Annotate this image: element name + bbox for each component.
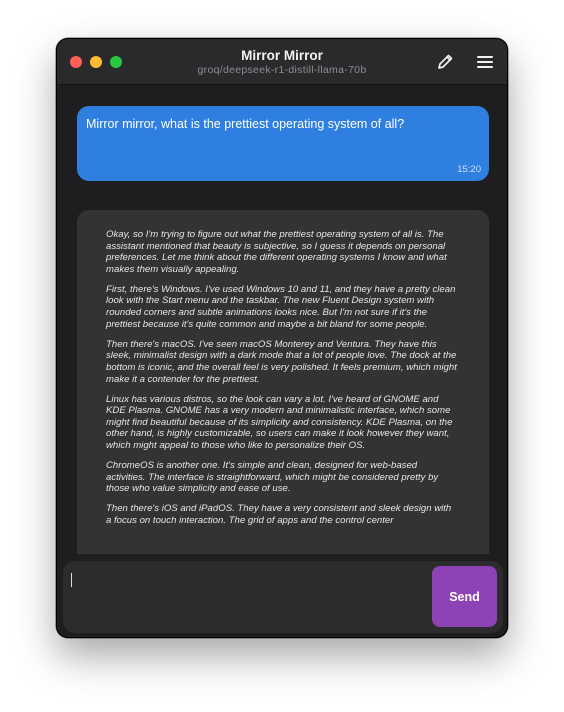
title-bar: Mirror Mirror groq/deepseek-r1-distill-l… [57, 39, 507, 85]
message-input[interactable] [71, 569, 431, 625]
app-window: Mirror Mirror groq/deepseek-r1-distill-l… [56, 38, 508, 638]
user-message-text: Mirror mirror, what is the prettiest ope… [86, 117, 405, 131]
text-caret [71, 573, 72, 587]
pencil-edit-icon[interactable] [435, 52, 455, 72]
message-composer: Send [63, 561, 503, 633]
chat-scroll-area[interactable]: Mirror mirror, what is the prettiest ope… [57, 86, 507, 554]
assistant-paragraph: Linux has various distros, so the look c… [106, 393, 453, 451]
assistant-paragraph: Then there's iOS and iPadOS. They have a… [106, 503, 452, 526]
assistant-paragraph: ChromeOS is another one. It's simple and… [106, 460, 439, 495]
hamburger-menu-icon[interactable] [475, 52, 495, 72]
assistant-paragraph: Then there's macOS. I've seen macOS Mont… [106, 338, 457, 385]
message-timestamp: 15:20 [457, 164, 481, 175]
assistant-paragraph: Okay, so I'm trying to figure out what t… [106, 229, 447, 275]
send-button[interactable]: Send [432, 566, 497, 627]
user-message-bubble: Mirror mirror, what is the prettiest ope… [77, 106, 489, 181]
assistant-paragraph: First, there's Windows. I've used Window… [106, 283, 456, 330]
assistant-message-bubble: Okay, so I'm trying to figure out what t… [77, 210, 489, 554]
